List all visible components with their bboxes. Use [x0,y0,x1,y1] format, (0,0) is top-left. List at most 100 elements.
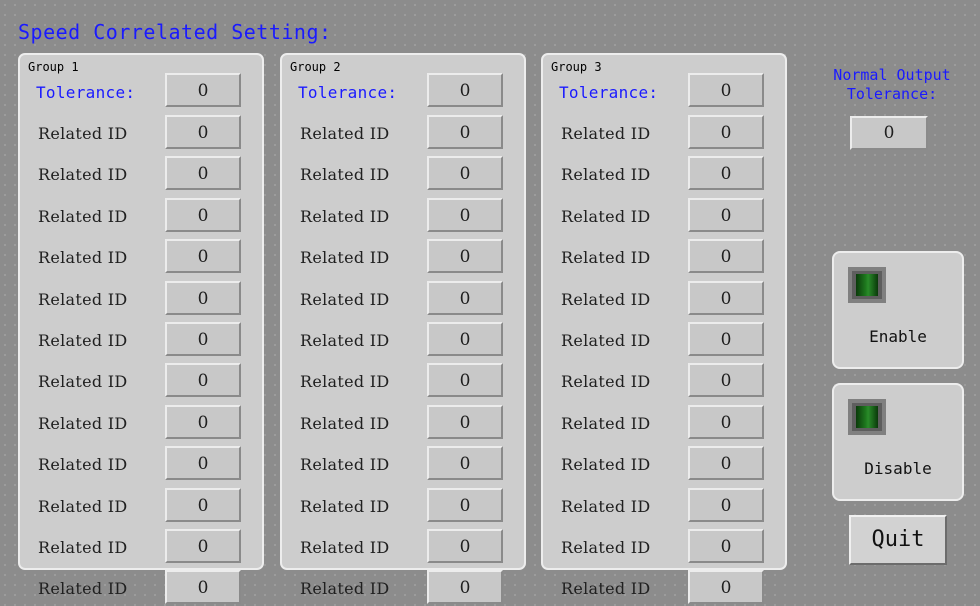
group-title: Group 3 [551,60,602,74]
normal-output-tolerance-label: Normal Output Tolerance: [833,66,951,103]
related-id-value-field[interactable]: 0 [427,487,503,522]
related-id-value-field[interactable]: 0 [688,363,764,398]
group-panel-2: Group 2 Tolerance: 0 Related ID 0 Related ID… [280,53,526,605]
related-id-row: Related ID 0 [282,570,524,606]
related-id-label: Related ID [561,372,651,392]
related-id-row: Related ID 0 [282,115,524,151]
related-id-label: Related ID [38,165,128,185]
related-id-value-field[interactable]: 0 [688,570,764,605]
related-id-label: Related ID [38,248,128,268]
related-id-value-field[interactable]: 0 [427,529,503,563]
related-id-row: Related ID 0 [543,570,785,606]
related-id-row: Related ID 0 [282,239,524,275]
related-id-row: Related ID 0 [20,197,262,234]
disable-button[interactable]: Disable [832,383,964,501]
enable-button[interactable]: Enable [832,251,964,369]
related-id-label: Related ID [561,331,651,350]
related-id-value-field[interactable]: 0 [165,529,241,563]
related-id-value-field[interactable]: 0 [427,115,503,149]
related-id-row: Related ID 0 [543,363,785,399]
related-id-value-field[interactable]: 0 [688,529,764,563]
related-id-value-field[interactable]: 0 [427,280,503,315]
related-id-value-field[interactable]: 0 [165,156,241,191]
related-id-value-field[interactable]: 0 [427,570,503,605]
related-id-row: Related ID 0 [282,322,524,358]
tolerance-value-field[interactable]: 0 [165,73,241,107]
related-id-label: Related ID [38,206,128,226]
related-id-label: Related ID [561,413,651,433]
related-id-value-field[interactable]: 0 [688,404,764,439]
related-id-label: Related ID [300,579,390,599]
related-id-label: Related ID [38,289,128,309]
related-id-value-field[interactable]: 0 [165,487,241,522]
related-id-label: Related ID [300,289,390,309]
related-id-row: Related ID 0 [282,446,524,482]
related-id-value-field[interactable]: 0 [427,197,503,232]
related-id-row: Related ID 0 [20,446,262,482]
related-id-row: Related ID 0 [543,197,785,234]
disable-label: Disable [864,459,932,478]
related-id-label: Related ID [561,124,651,143]
related-id-label: Related ID [561,165,651,185]
related-id-value-field[interactable]: 0 [688,156,764,191]
related-id-value-field[interactable]: 0 [427,363,503,398]
related-id-row: Related ID 0 [282,404,524,441]
tolerance-value-field[interactable]: 0 [427,73,503,107]
related-id-value-field[interactable]: 0 [165,404,241,439]
related-id-label: Related ID [300,124,390,143]
related-id-value-field[interactable]: 0 [427,322,503,356]
related-id-value-field[interactable]: 0 [688,446,764,481]
related-id-row: Related ID 0 [543,115,785,151]
related-id-value-field[interactable]: 0 [165,363,241,398]
related-id-value-field[interactable]: 0 [165,322,241,356]
normal-output-tolerance-field[interactable]: 0 [850,116,928,150]
related-id-value-field[interactable]: 0 [165,446,241,481]
related-id-value-field[interactable]: 0 [427,156,503,191]
related-id-value-field[interactable]: 0 [165,115,241,149]
indicator-lamp-icon [848,399,886,435]
related-id-row: Related ID 0 [282,197,524,234]
related-id-label: Related ID [561,579,651,599]
related-id-value-field[interactable]: 0 [165,197,241,232]
indicator-lamp-icon [848,267,886,303]
related-id-row: Related ID 0 [282,363,524,399]
tolerance-label: Tolerance: [36,83,136,102]
related-id-row: Related ID 0 [20,363,262,399]
group-title: Group 1 [28,60,79,74]
related-id-value-field[interactable]: 0 [165,280,241,315]
related-id-label: Related ID [38,372,128,392]
related-id-value-field[interactable]: 0 [688,239,764,274]
related-id-label: Related ID [38,455,128,475]
related-id-label: Related ID [561,248,651,268]
related-id-row: Related ID 0 [543,487,785,524]
related-id-label: Related ID [300,538,390,557]
related-id-row: Related ID 0 [20,487,262,524]
related-id-row: Related ID 0 [20,404,262,441]
tolerance-value-field[interactable]: 0 [688,73,764,107]
related-id-value-field[interactable]: 0 [688,487,764,522]
related-id-value-field[interactable]: 0 [688,280,764,315]
tolerance-row: Tolerance: 0 [20,73,262,109]
related-id-row: Related ID 0 [20,115,262,151]
related-id-value-field[interactable]: 0 [688,322,764,356]
related-id-label: Related ID [561,496,651,516]
related-id-value-field[interactable]: 0 [427,446,503,481]
enable-label: Enable [869,327,927,346]
related-id-row: Related ID 0 [282,280,524,317]
related-id-label: Related ID [38,496,128,516]
related-id-value-field[interactable]: 0 [165,239,241,274]
related-id-value-field[interactable]: 0 [427,404,503,439]
related-id-row: Related ID 0 [20,529,262,565]
group-title: Group 2 [290,60,341,74]
related-id-label: Related ID [38,331,128,350]
related-id-label: Related ID [38,538,128,557]
related-id-value-field[interactable]: 0 [688,115,764,149]
related-id-label: Related ID [300,372,390,392]
related-id-row: Related ID 0 [282,487,524,524]
related-id-label: Related ID [300,331,390,350]
related-id-value-field[interactable]: 0 [688,197,764,232]
related-id-value-field[interactable]: 0 [427,239,503,274]
related-id-value-field[interactable]: 0 [165,570,241,605]
related-id-label: Related ID [38,579,128,599]
quit-button[interactable]: Quit [849,515,947,565]
